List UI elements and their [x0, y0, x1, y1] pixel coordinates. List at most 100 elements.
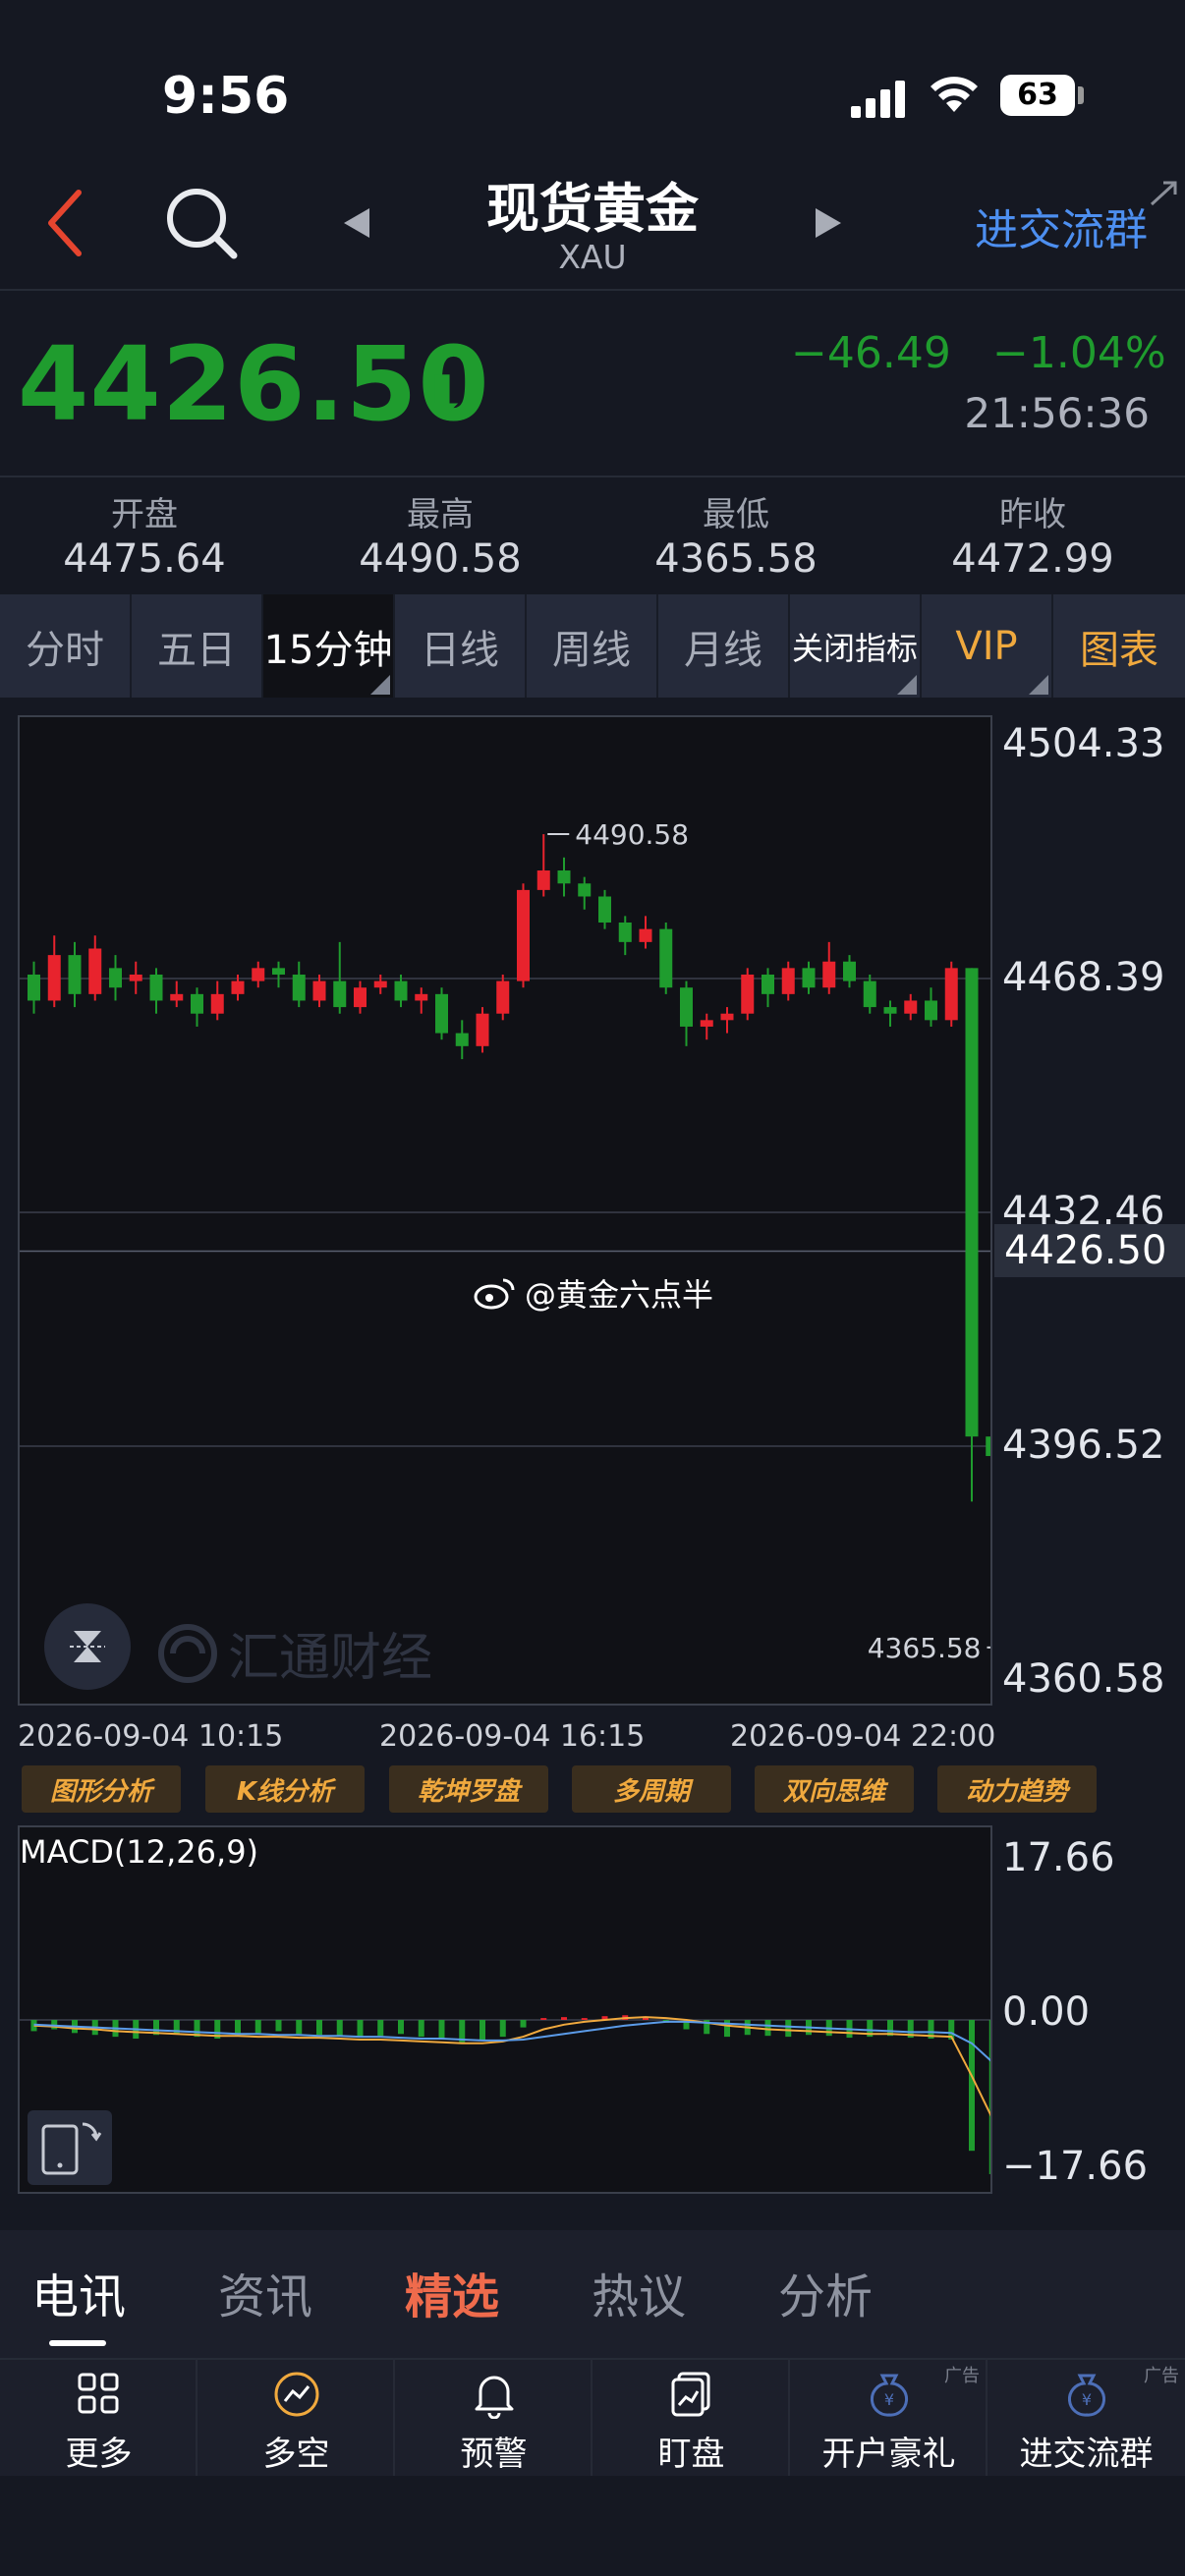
watermark-text: @黄金六点半 [525, 1276, 714, 1314]
tab-chart[interactable]: 图表 [1053, 594, 1185, 698]
candle-body [210, 993, 224, 1014]
tab-vip[interactable]: VIP [922, 594, 1053, 698]
tab-15min[interactable]: 15分钟 [263, 594, 395, 698]
macd-bar [480, 2020, 485, 2041]
signal-icon [851, 79, 906, 118]
chart-tool-button[interactable] [44, 1603, 131, 1690]
tab-news[interactable]: 资讯 [218, 2258, 312, 2326]
tool-kline-analysis[interactable]: K线分析 [205, 1765, 365, 1813]
macd-chart[interactable] [18, 1825, 1077, 2194]
active-tab-indicator [49, 2340, 106, 2346]
macd-bar [988, 2020, 995, 2174]
stat-low-label: 最低 [703, 495, 769, 534]
tool-two-way[interactable]: 双向思维 [755, 1765, 914, 1813]
candle-body [354, 987, 367, 1008]
timeframe-tabs: 分时 五日 15分钟 日线 周线 月线 关闭指标 VIP 图表 [0, 594, 1185, 698]
dock-account-gift-label: 开户豪礼 [821, 2435, 956, 2474]
divider [0, 476, 1185, 477]
macd-bar [254, 2020, 261, 2034]
tab-five-day[interactable]: 五日 [132, 594, 263, 698]
macd-bar [398, 2020, 404, 2035]
tab-intraday[interactable]: 分时 [0, 594, 132, 698]
current-price-label: 4426.50 [994, 1224, 1185, 1278]
stat-prevclose-label: 昨收 [999, 495, 1066, 534]
candle-body [272, 968, 285, 975]
candle-body [191, 993, 203, 1014]
candle-body [822, 961, 836, 988]
divider [0, 289, 1185, 291]
tab-analysis[interactable]: 分析 [778, 2258, 873, 2326]
candle-body [720, 1013, 734, 1021]
candle-body [557, 870, 571, 884]
candle-body [129, 974, 142, 981]
stat-open-value: 4475.64 [63, 536, 226, 582]
dock-join-group-label: 进交流群 [1019, 2435, 1154, 2474]
tab-daily[interactable]: 日线 [395, 594, 527, 698]
tool-multi-period[interactable]: 多周期 [572, 1765, 731, 1813]
wifi-icon [931, 77, 978, 112]
candle-body [88, 948, 102, 994]
money-bag-icon: ¥ [871, 2374, 908, 2417]
macd-bar [785, 2020, 792, 2038]
macd-bar [561, 2017, 567, 2020]
rotate-screen-button[interactable] [28, 2110, 112, 2185]
candle-body [986, 1436, 999, 1457]
tab-close-indicator[interactable]: 关闭指标 [790, 594, 922, 698]
stat-open-label: 开盘 [111, 495, 178, 534]
tool-momentum[interactable]: 动力趋势 [937, 1765, 1097, 1813]
y-tick-label: 4504.33 [1002, 721, 1165, 766]
macd-y-tick: −17.66 [1002, 2144, 1149, 2189]
macd-bar [336, 2020, 343, 2038]
tab-monthly[interactable]: 月线 [658, 594, 790, 698]
x-axis-label: 2026-09-04 16:15 [379, 1719, 646, 1754]
candle-body [965, 968, 979, 1437]
candle-body [28, 974, 40, 1001]
macd-bar [581, 2018, 588, 2020]
high-annotation: 4490.58 [575, 818, 689, 851]
low-annotation: 4365.58 [868, 1632, 982, 1664]
trend-icon [274, 2372, 319, 2417]
candle-body [312, 980, 326, 1001]
dock-more-label: 更多 [65, 2435, 133, 2474]
battery-tip [1078, 86, 1084, 104]
dock-long-short-label: 多空 [262, 2435, 330, 2474]
tab-featured[interactable]: 精选 [405, 2258, 499, 2326]
candlestick-chart[interactable]: 4490.58 4365.58 [18, 715, 1081, 1706]
candle-body [170, 993, 184, 1001]
candle-body [781, 968, 795, 994]
candle-body [455, 1033, 469, 1046]
brand-watermark-text: 汇通财经 [228, 1629, 433, 1688]
x-axis-label: 2026-09-04 10:15 [18, 1719, 284, 1754]
stat-prevclose-value: 4472.99 [951, 536, 1114, 582]
macd-bar [316, 2020, 322, 2036]
dock-watch-label: 盯盘 [657, 2435, 725, 2474]
next-instrument-icon[interactable] [814, 206, 843, 240]
stat-high-value: 4490.58 [359, 536, 522, 582]
candle-body [925, 1000, 937, 1021]
candle-body [252, 968, 265, 981]
svg-text:¥: ¥ [1082, 2390, 1092, 2409]
candle-body [618, 922, 632, 942]
ad-badge: 广告 [944, 2366, 980, 2386]
candle-body [741, 974, 755, 1014]
status-time: 9:56 [162, 67, 290, 126]
tool-graph-analysis[interactable]: 图形分析 [22, 1765, 181, 1813]
macd-dif-line [33, 2016, 1075, 2185]
quote-time: 21:56:36 [964, 389, 1150, 437]
tool-compass[interactable]: 乾坤罗盘 [389, 1765, 548, 1813]
y-tick-label: 4396.52 [1002, 1422, 1165, 1468]
money-bag-icon: ¥ [1068, 2374, 1105, 2417]
tab-discussion[interactable]: 热议 [592, 2258, 686, 2326]
price-change: −46.49 [791, 328, 951, 378]
candle-body [68, 955, 82, 994]
ad-badge: 广告 [1144, 2366, 1179, 2386]
candle-body [863, 980, 876, 1008]
macd-bar [377, 2020, 384, 2037]
join-group-link[interactable]: 进交流群 [975, 195, 1148, 257]
candle-body [680, 987, 693, 1027]
candle-body [659, 928, 673, 988]
tab-telegraph[interactable]: 电讯 [31, 2258, 126, 2326]
candle-body [394, 980, 408, 1001]
tab-weekly[interactable]: 周线 [527, 594, 658, 698]
brand-logo-icon [158, 1623, 217, 1683]
